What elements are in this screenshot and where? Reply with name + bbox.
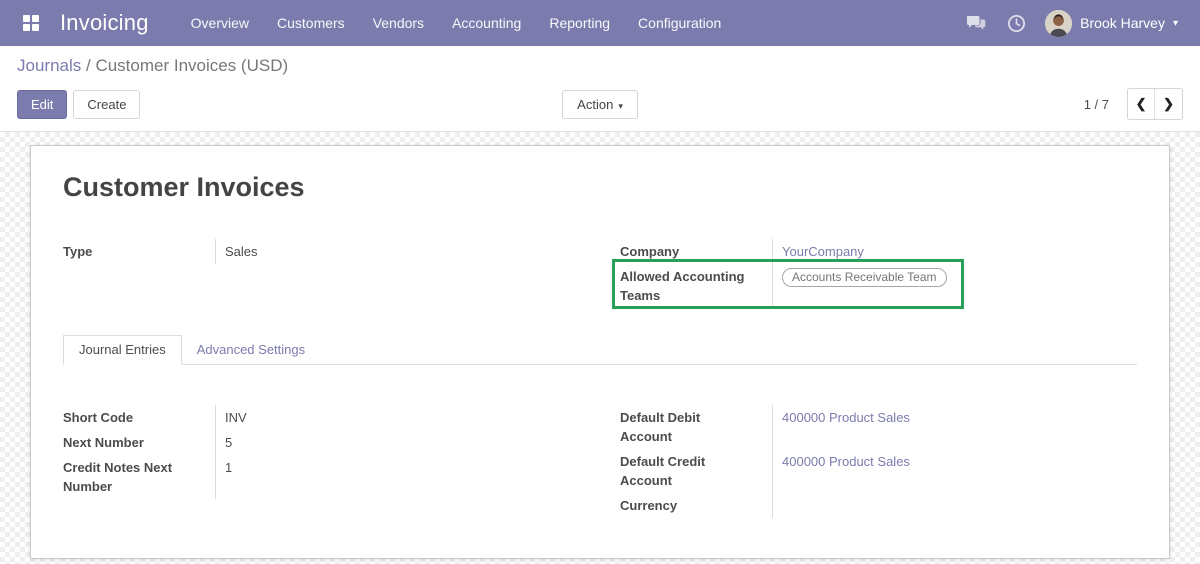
- menu-customers[interactable]: Customers: [265, 8, 357, 38]
- edit-button[interactable]: Edit: [17, 89, 68, 119]
- top-navbar: Invoicing Overview Customers Vendors Acc…: [0, 0, 1200, 46]
- field-value-currency: [772, 493, 1137, 518]
- field-value-short-code: INV: [215, 405, 580, 430]
- bottom-left-field-group: Short Code INV Next Number 5 Credit Note…: [63, 405, 580, 518]
- pager-value: 1 / 7: [1083, 96, 1110, 112]
- company-link[interactable]: YourCompany: [782, 244, 864, 259]
- field-label-default-credit-account: Default Credit Account: [620, 454, 706, 488]
- field-company: Company YourCompany: [620, 239, 1137, 264]
- default-debit-account-link[interactable]: 400000 Product Sales: [782, 410, 910, 425]
- breadcrumb-separator: /: [81, 56, 96, 75]
- menu-accounting[interactable]: Accounting: [440, 8, 533, 38]
- field-next-number: Next Number 5: [63, 430, 580, 455]
- bottom-right-field-group: Default Debit Account 400000 Product Sal…: [620, 405, 1137, 518]
- field-label-next-number: Next Number: [63, 435, 144, 450]
- default-credit-account-link[interactable]: 400000 Product Sales: [782, 454, 910, 469]
- field-value-credit-notes-next-number: 1: [215, 455, 580, 499]
- accounting-team-badge[interactable]: Accounts Receivable Team: [782, 268, 947, 287]
- field-label-currency: Currency: [620, 498, 678, 513]
- top-left-field-group: Type Sales: [63, 239, 580, 308]
- breadcrumb-journals-link[interactable]: Journals: [17, 56, 81, 75]
- field-label-allowed-accounting-teams: Allowed Accounting Teams: [620, 269, 745, 303]
- notebook-tabs: Journal Entries Advanced Settings: [63, 335, 1137, 365]
- field-label-type: Type: [63, 244, 93, 259]
- breadcrumb-current: Customer Invoices (USD): [95, 56, 289, 75]
- activities-clock-icon[interactable]: [999, 7, 1033, 39]
- messages-icon[interactable]: [959, 7, 993, 39]
- field-label-credit-notes-next-number: Credit Notes Next Number: [63, 460, 173, 494]
- app-title[interactable]: Invoicing: [60, 10, 149, 36]
- apps-menu-icon[interactable]: [16, 8, 46, 38]
- menu-vendors[interactable]: Vendors: [361, 8, 436, 38]
- user-name: Brook Harvey: [1080, 15, 1165, 31]
- menu-reporting[interactable]: Reporting: [537, 8, 622, 38]
- breadcrumb: Journals / Customer Invoices (USD): [17, 56, 1183, 76]
- user-avatar: [1045, 9, 1073, 37]
- chevron-down-icon: ▾: [618, 100, 623, 111]
- field-value-type: Sales: [215, 239, 580, 264]
- field-default-debit-account: Default Debit Account 400000 Product Sal…: [620, 405, 1137, 449]
- menu-configuration[interactable]: Configuration: [626, 8, 733, 38]
- action-dropdown-button[interactable]: Action ▾: [562, 89, 638, 119]
- form-view-background: Customer Invoices Type Sales Company You…: [0, 132, 1200, 564]
- field-type: Type Sales: [63, 239, 580, 264]
- top-right-field-group: Company YourCompany Allowed Accounting T…: [612, 239, 1137, 309]
- field-label-short-code: Short Code: [63, 410, 134, 425]
- main-menu: Overview Customers Vendors Accounting Re…: [179, 8, 734, 38]
- tab-advanced-settings[interactable]: Advanced Settings: [182, 336, 320, 364]
- field-currency: Currency: [620, 493, 1137, 518]
- pager: ❮ ❯: [1127, 88, 1184, 120]
- pager-previous-button[interactable]: ❮: [1128, 89, 1156, 119]
- create-button[interactable]: Create: [73, 89, 141, 119]
- field-label-default-debit-account: Default Debit Account: [620, 410, 701, 444]
- field-allowed-accounting-teams: Allowed Accounting Teams Accounts Receiv…: [620, 264, 1137, 308]
- field-credit-notes-next-number: Credit Notes Next Number 1: [63, 455, 580, 499]
- pager-next-button[interactable]: ❯: [1155, 89, 1183, 119]
- tab-journal-entries[interactable]: Journal Entries: [63, 335, 182, 365]
- field-value-next-number: 5: [215, 430, 580, 455]
- field-default-credit-account: Default Credit Account 400000 Product Sa…: [620, 449, 1137, 493]
- field-short-code: Short Code INV: [63, 405, 580, 430]
- field-label-company: Company: [620, 244, 680, 259]
- form-sheet: Customer Invoices Type Sales Company You…: [30, 145, 1170, 559]
- user-menu[interactable]: Brook Harvey ▾: [1039, 6, 1184, 41]
- chevron-down-icon: ▾: [1172, 17, 1178, 29]
- menu-overview[interactable]: Overview: [179, 8, 261, 38]
- record-title: Customer Invoices: [63, 172, 305, 202]
- control-panel: Journals / Customer Invoices (USD) Edit …: [0, 46, 1200, 132]
